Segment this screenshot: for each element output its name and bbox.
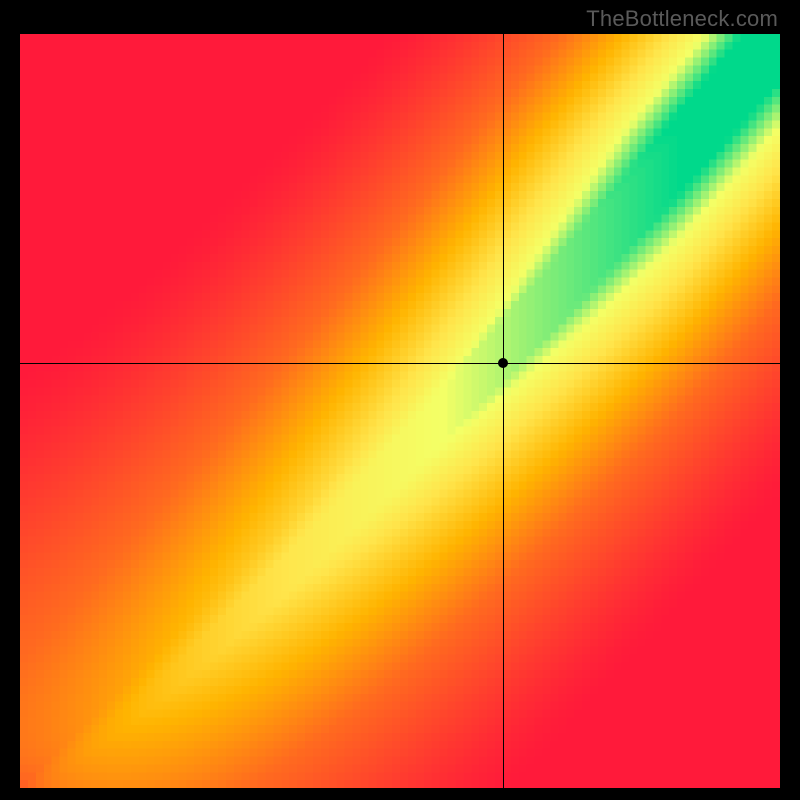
crosshair-vertical	[503, 34, 504, 788]
crosshair-horizontal	[20, 363, 780, 364]
heatmap-plot	[20, 34, 780, 788]
chart-frame: TheBottleneck.com	[0, 0, 800, 800]
watermark-text: TheBottleneck.com	[586, 6, 778, 32]
heatmap-canvas	[20, 34, 780, 788]
